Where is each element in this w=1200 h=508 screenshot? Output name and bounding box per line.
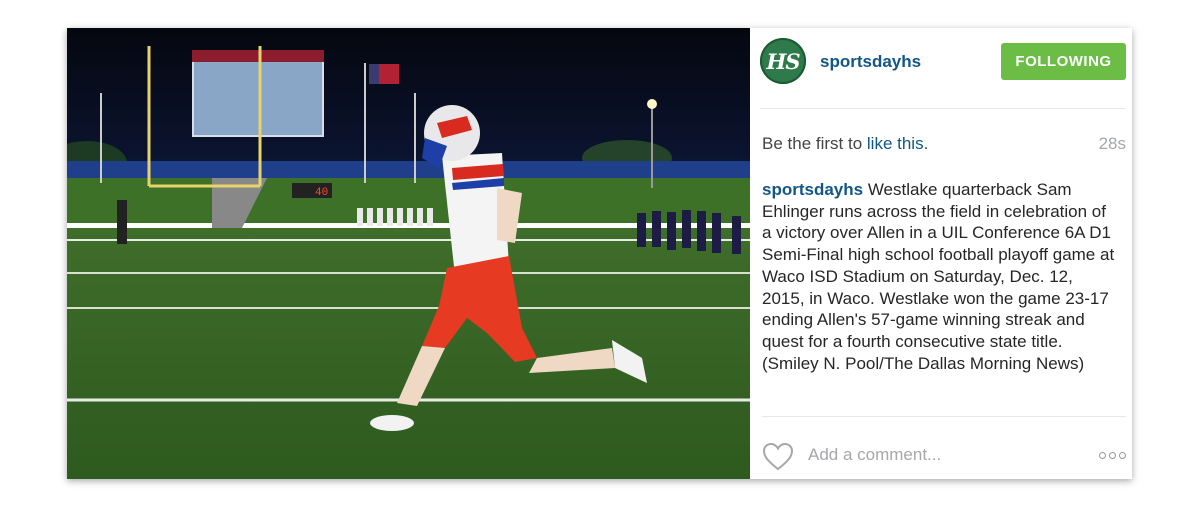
- football-field-photo: 40: [67, 28, 750, 479]
- following-button[interactable]: FOLLOWING: [1001, 43, 1126, 80]
- caption-username-link[interactable]: sportsdayhs: [762, 180, 863, 199]
- more-options-icon[interactable]: [1099, 452, 1126, 459]
- likes-suffix: .: [923, 134, 929, 153]
- dot-icon: [1109, 452, 1116, 459]
- divider: [762, 416, 1126, 417]
- dot-icon: [1099, 452, 1106, 459]
- likes-prefix: Be the first to: [762, 134, 867, 153]
- caption-text: Westlake quarterback Sam Ehlinger runs a…: [762, 180, 1115, 373]
- username-link[interactable]: sportsdayhs: [820, 52, 921, 72]
- dot-icon: [1119, 452, 1126, 459]
- post-card: 40 HS sportsdayhs FOLLOWING Be the first…: [67, 28, 1132, 479]
- post-caption: sportsdayhs Westlake quarterback Sam Ehl…: [762, 179, 1118, 374]
- avatar[interactable]: HS: [760, 38, 806, 84]
- comment-input[interactable]: [808, 445, 1028, 465]
- likes-line: Be the first to like this.: [762, 134, 928, 154]
- post-header: HS sportsdayhs FOLLOWING: [760, 28, 1126, 109]
- avatar-text: HS: [766, 48, 800, 74]
- like-this-link[interactable]: like this: [867, 134, 924, 153]
- post-sidebar: HS sportsdayhs FOLLOWING Be the first to…: [750, 28, 1132, 479]
- post-timestamp[interactable]: 28s: [1099, 134, 1126, 154]
- heart-outline-icon[interactable]: [762, 442, 794, 472]
- scoreboard-score: 40: [315, 187, 328, 199]
- post-photo[interactable]: 40: [67, 28, 750, 479]
